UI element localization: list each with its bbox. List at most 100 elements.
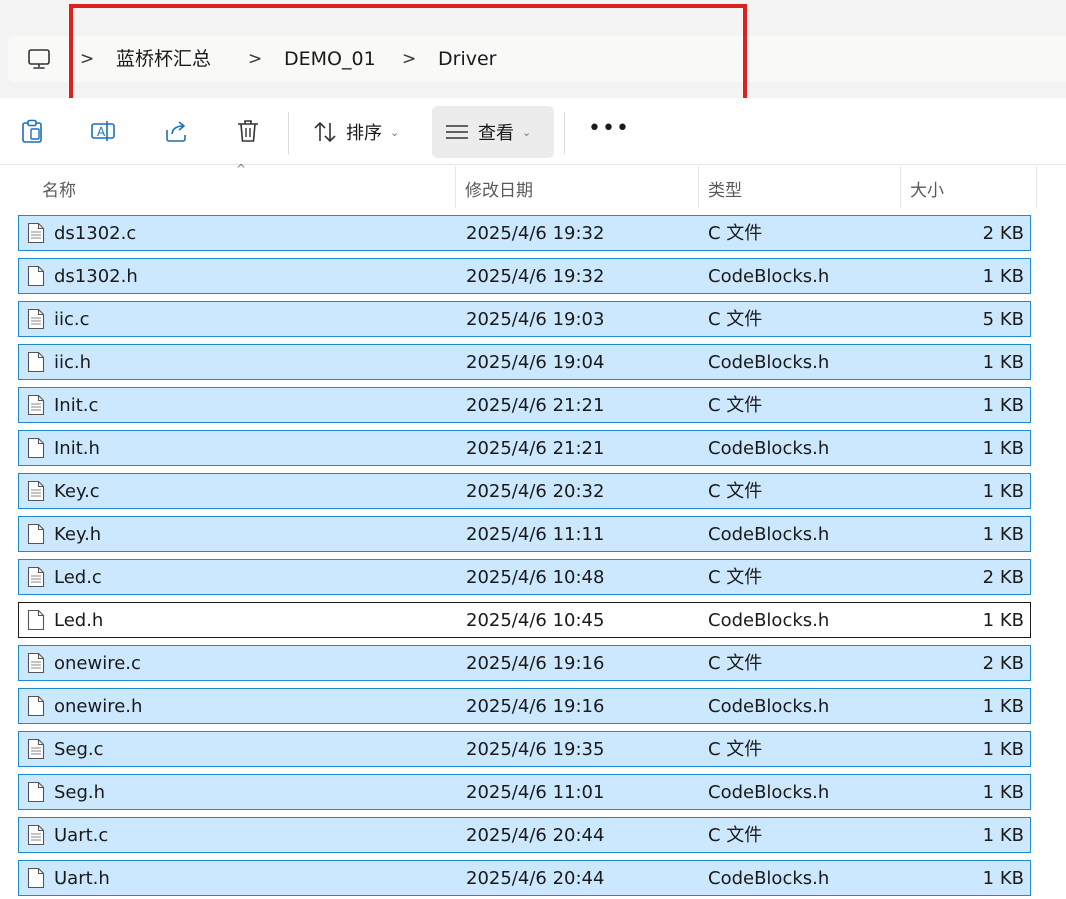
view-icon: [446, 125, 468, 139]
view-button[interactable]: 查看 ⌄: [432, 106, 554, 158]
h-file-icon: [27, 781, 45, 803]
breadcrumb-item-driver[interactable]: Driver: [438, 47, 496, 71]
svg-text:A: A: [97, 125, 106, 139]
file-size: 1 KB: [982, 868, 1024, 889]
file-size: 1 KB: [982, 266, 1024, 287]
file-size: 5 KB: [982, 309, 1024, 330]
address-bar[interactable]: > 蓝桥杯汇总 > DEMO_01 > Driver: [8, 36, 1066, 82]
command-bar: A 排序 ⌄ 查看 ⌄ •••: [0, 98, 1066, 165]
column-header-size[interactable]: 大小: [910, 176, 944, 201]
file-name: Key.h: [54, 524, 102, 545]
file-row[interactable]: Seg.c 2025/4/6 19:35 C 文件 1 KB: [18, 731, 1031, 767]
chevron-down-icon: ⌄: [390, 125, 400, 139]
file-row[interactable]: ds1302.c 2025/4/6 19:32 C 文件 2 KB: [18, 215, 1031, 251]
c-file-icon: [27, 308, 45, 330]
file-modified-date: 2025/4/6 10:48: [466, 567, 605, 588]
c-file-icon: [27, 738, 45, 760]
file-size: 2 KB: [982, 223, 1024, 244]
file-name: Seg.h: [54, 782, 106, 803]
this-pc-icon[interactable]: [26, 46, 52, 72]
file-size: 1 KB: [982, 352, 1024, 373]
toolbar-divider: [564, 112, 565, 154]
file-type: C 文件: [708, 395, 763, 416]
file-row[interactable]: Led.h 2025/4/6 10:45 CodeBlocks.h 1 KB: [18, 602, 1031, 638]
file-modified-date: 2025/4/6 20:44: [466, 868, 605, 889]
share-icon[interactable]: [163, 118, 189, 144]
breadcrumb-item-demo[interactable]: DEMO_01: [284, 47, 376, 71]
file-row[interactable]: onewire.h 2025/4/6 19:16 CodeBlocks.h 1 KB: [18, 688, 1031, 724]
file-modified-date: 2025/4/6 11:01: [466, 782, 605, 803]
file-row[interactable]: Seg.h 2025/4/6 11:01 CodeBlocks.h 1 KB: [18, 774, 1031, 810]
file-row[interactable]: onewire.c 2025/4/6 19:16 C 文件 2 KB: [18, 645, 1031, 681]
file-row[interactable]: Uart.c 2025/4/6 20:44 C 文件 1 KB: [18, 817, 1031, 853]
h-file-icon: [27, 265, 45, 287]
breadcrumb-separator[interactable]: >: [80, 48, 94, 70]
delete-icon[interactable]: [235, 118, 261, 144]
column-divider[interactable]: [900, 166, 901, 208]
file-modified-date: 2025/4/6 20:32: [466, 481, 605, 502]
file-name: Uart.c: [54, 825, 109, 846]
file-name: Init.c: [54, 395, 99, 416]
file-row[interactable]: Key.h 2025/4/6 11:11 CodeBlocks.h 1 KB: [18, 516, 1031, 552]
column-divider[interactable]: [698, 166, 699, 208]
paste-icon[interactable]: [19, 118, 45, 144]
file-size: 1 KB: [982, 438, 1024, 459]
file-row[interactable]: Uart.h 2025/4/6 20:44 CodeBlocks.h 1 KB: [18, 860, 1031, 896]
column-header-name[interactable]: 名称: [42, 176, 76, 201]
file-size: 1 KB: [982, 696, 1024, 717]
file-modified-date: 2025/4/6 21:21: [466, 395, 605, 416]
c-file-icon: [27, 394, 45, 416]
file-type: C 文件: [708, 567, 763, 588]
file-type: C 文件: [708, 309, 763, 330]
file-type: CodeBlocks.h: [708, 610, 830, 631]
address-bar-area: > 蓝桥杯汇总 > DEMO_01 > Driver: [0, 0, 1066, 98]
file-type: CodeBlocks.h: [708, 868, 830, 889]
file-name: Uart.h: [54, 868, 110, 889]
file-row[interactable]: Init.c 2025/4/6 21:21 C 文件 1 KB: [18, 387, 1031, 423]
rename-icon[interactable]: A: [90, 118, 116, 144]
file-name: Led.c: [54, 567, 102, 588]
file-size: 1 KB: [982, 481, 1024, 502]
sort-icon: [314, 122, 336, 142]
file-row[interactable]: Key.c 2025/4/6 20:32 C 文件 1 KB: [18, 473, 1031, 509]
file-row[interactable]: ds1302.h 2025/4/6 19:32 CodeBlocks.h 1 KB: [18, 258, 1031, 294]
file-name: Led.h: [54, 610, 104, 631]
file-name: iic.h: [54, 352, 92, 373]
file-modified-date: 2025/4/6 19:35: [466, 739, 605, 760]
file-type: CodeBlocks.h: [708, 266, 830, 287]
file-name: ds1302.c: [54, 223, 137, 244]
c-file-icon: [27, 652, 45, 674]
file-modified-date: 2025/4/6 19:32: [466, 266, 605, 287]
chevron-down-icon: ⌄: [522, 125, 532, 139]
file-name: iic.c: [54, 309, 90, 330]
breadcrumb-separator[interactable]: >: [402, 48, 416, 70]
breadcrumb-item-root[interactable]: 蓝桥杯汇总: [116, 47, 211, 71]
file-modified-date: 2025/4/6 19:16: [466, 653, 605, 674]
column-divider[interactable]: [1036, 166, 1037, 208]
file-row[interactable]: iic.c 2025/4/6 19:03 C 文件 5 KB: [18, 301, 1031, 337]
file-size: 2 KB: [982, 653, 1024, 674]
h-file-icon: [27, 523, 45, 545]
column-header-type[interactable]: 类型: [708, 176, 742, 201]
file-name: ds1302.h: [54, 266, 138, 287]
h-file-icon: [27, 437, 45, 459]
file-name: Init.h: [54, 438, 100, 459]
file-type: C 文件: [708, 481, 763, 502]
file-size: 2 KB: [982, 567, 1024, 588]
sort-label: 排序: [346, 123, 382, 144]
sort-button[interactable]: 排序 ⌄: [308, 106, 416, 158]
file-modified-date: 2025/4/6 19:04: [466, 352, 605, 373]
h-file-icon: [27, 867, 45, 889]
file-type: CodeBlocks.h: [708, 782, 830, 803]
column-divider[interactable]: [455, 166, 456, 208]
column-header-date[interactable]: 修改日期: [465, 176, 533, 201]
breadcrumb-separator[interactable]: >: [248, 48, 262, 70]
column-header-row: ^ 名称 修改日期 类型 大小: [0, 162, 1066, 208]
file-type: CodeBlocks.h: [708, 524, 830, 545]
file-size: 1 KB: [982, 610, 1024, 631]
file-size: 1 KB: [982, 782, 1024, 803]
file-row[interactable]: iic.h 2025/4/6 19:04 CodeBlocks.h 1 KB: [18, 344, 1031, 380]
file-row[interactable]: Led.c 2025/4/6 10:48 C 文件 2 KB: [18, 559, 1031, 595]
file-row[interactable]: Init.h 2025/4/6 21:21 CodeBlocks.h 1 KB: [18, 430, 1031, 466]
more-options-icon[interactable]: •••: [588, 116, 630, 142]
